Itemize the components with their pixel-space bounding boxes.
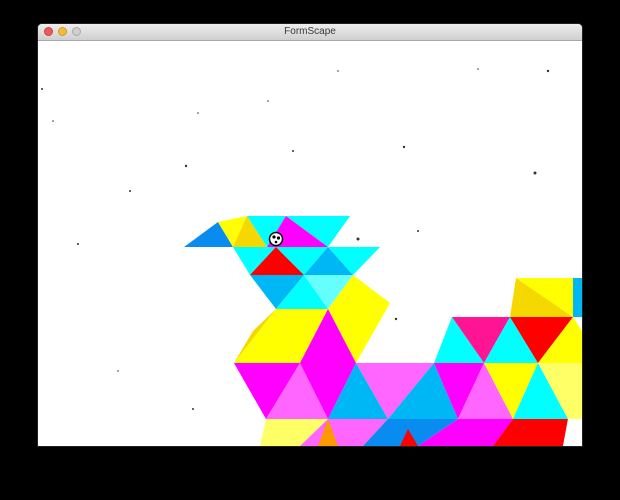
app-window: FormScape: [38, 24, 582, 446]
game-canvas[interactable]: [38, 41, 582, 446]
ball-character[interactable]: [268, 231, 284, 247]
title-bar[interactable]: FormScape: [38, 24, 582, 41]
tile-sky-blue: [573, 278, 582, 317]
scene[interactable]: [38, 41, 582, 446]
window-title: FormScape: [284, 26, 336, 37]
